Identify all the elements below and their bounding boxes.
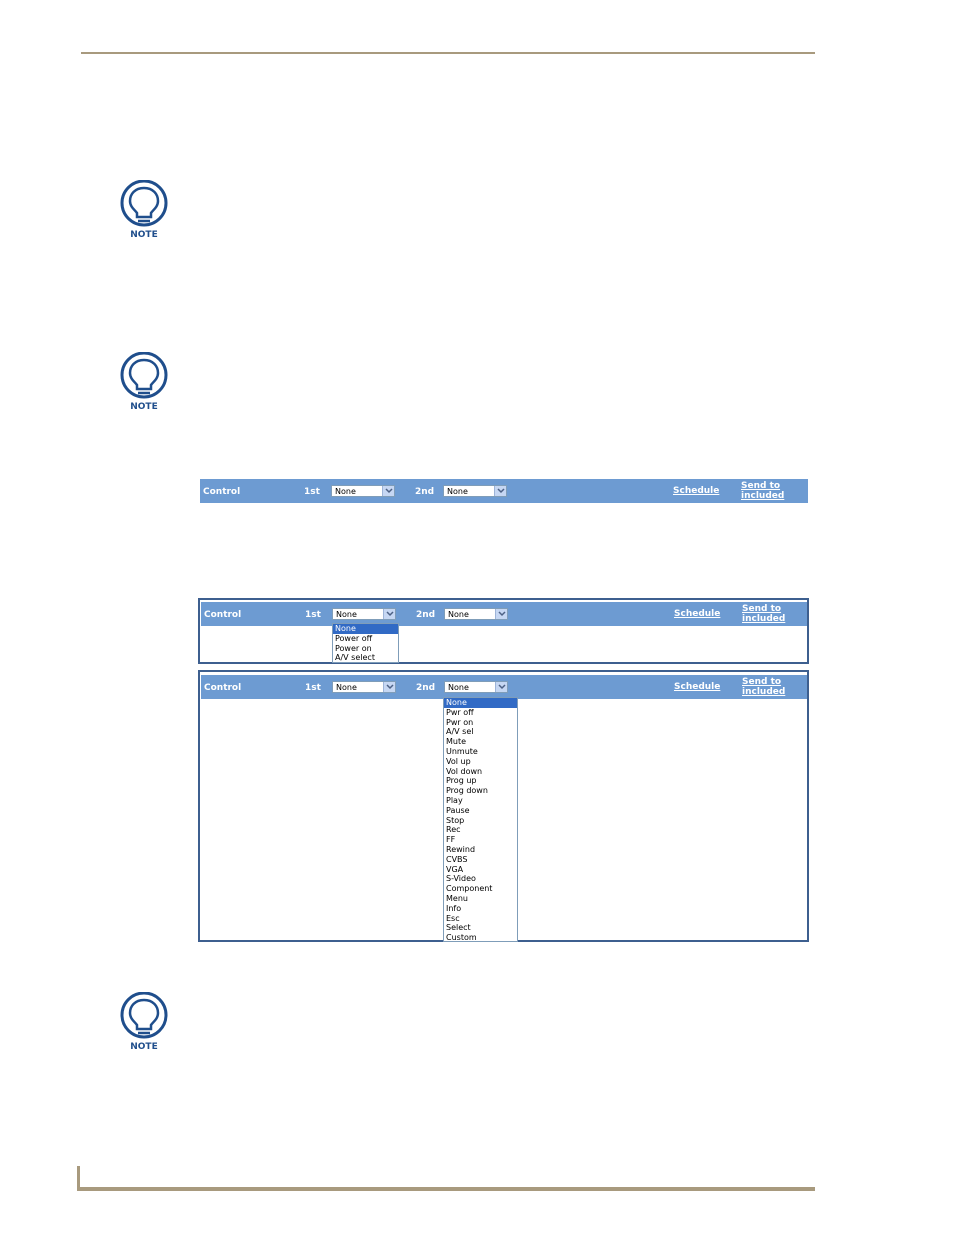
first-label: 1st bbox=[304, 487, 320, 497]
dropdown-option[interactable]: Power on bbox=[333, 644, 398, 654]
dropdown-option[interactable]: Esc bbox=[444, 914, 517, 924]
chevron-down-icon[interactable] bbox=[494, 486, 506, 496]
first-select-value: None bbox=[336, 683, 357, 692]
dropdown-option[interactable]: None bbox=[333, 624, 398, 634]
dropdown-option[interactable]: Menu bbox=[444, 894, 517, 904]
chevron-down-icon[interactable] bbox=[382, 486, 394, 496]
dropdown-option[interactable]: FF bbox=[444, 835, 517, 845]
dropdown-option[interactable]: Component bbox=[444, 884, 517, 894]
first-select[interactable]: None bbox=[332, 681, 396, 693]
send-to-link[interactable]: Send to bbox=[742, 605, 781, 614]
second-label: 2nd bbox=[416, 683, 436, 693]
dropdown-option[interactable]: Rewind bbox=[444, 845, 517, 855]
dropdown-option[interactable]: Pause bbox=[444, 806, 517, 816]
dropdown-option[interactable]: Vol up bbox=[444, 757, 517, 767]
dropdown-option[interactable]: Pwr off bbox=[444, 708, 517, 718]
second-label: 2nd bbox=[415, 487, 435, 497]
control-label: Control bbox=[203, 487, 241, 497]
dropdown-option[interactable]: Custom bbox=[444, 933, 517, 943]
chevron-down-icon[interactable] bbox=[495, 609, 507, 619]
note-label: NOTE bbox=[130, 402, 158, 412]
send-to-link[interactable]: Send to bbox=[742, 678, 781, 687]
dropdown-option[interactable]: Prog down bbox=[444, 786, 517, 796]
send-to-link-line2[interactable]: included bbox=[742, 615, 785, 624]
dropdown-option[interactable]: Unmute bbox=[444, 747, 517, 757]
header-rule bbox=[81, 52, 815, 54]
footer-rule bbox=[77, 1187, 815, 1191]
chevron-down-icon[interactable] bbox=[383, 682, 395, 692]
dropdown-option[interactable]: Vol down bbox=[444, 767, 517, 777]
schedule-link[interactable]: Schedule bbox=[674, 610, 720, 619]
first-select[interactable]: None bbox=[331, 485, 395, 497]
note-label: NOTE bbox=[130, 1042, 158, 1052]
dropdown-option[interactable]: VGA bbox=[444, 865, 517, 875]
first-select-value: None bbox=[335, 487, 356, 496]
dropdown-option[interactable]: A/V sel bbox=[444, 727, 517, 737]
dropdown-option[interactable]: Pwr on bbox=[444, 718, 517, 728]
second-dropdown-list[interactable]: None Pwr off Pwr on A/V sel Mute Unmute Vol up… bbox=[443, 697, 518, 942]
first-select-value: None bbox=[336, 610, 357, 619]
lightbulb-icon bbox=[120, 991, 168, 1039]
note-icon: NOTE bbox=[119, 351, 169, 414]
screenshot-frame: Control 1st None 2nd None Schedule Send … bbox=[198, 670, 809, 942]
first-label: 1st bbox=[305, 683, 321, 693]
schedule-link[interactable]: Schedule bbox=[674, 683, 720, 692]
dropdown-option[interactable]: Prog up bbox=[444, 776, 517, 786]
screenshot-frame: Control 1st None 2nd None Schedule Send … bbox=[198, 598, 809, 664]
second-select[interactable]: None bbox=[444, 608, 508, 620]
dropdown-option[interactable]: Play bbox=[444, 796, 517, 806]
send-to-link[interactable]: Send to bbox=[741, 482, 780, 491]
first-label: 1st bbox=[305, 610, 321, 620]
lightbulb-icon bbox=[120, 351, 168, 399]
control-bar: Control 1st None 2nd None Schedule Send … bbox=[201, 602, 807, 626]
send-to-link-line2[interactable]: included bbox=[741, 492, 784, 501]
chevron-down-icon[interactable] bbox=[495, 682, 507, 692]
control-label: Control bbox=[204, 683, 242, 693]
second-select-value: None bbox=[447, 487, 468, 496]
schedule-link[interactable]: Schedule bbox=[673, 487, 719, 496]
dropdown-option[interactable]: S-Video bbox=[444, 874, 517, 884]
send-to-link-line2[interactable]: included bbox=[742, 688, 785, 697]
dropdown-option[interactable]: Info bbox=[444, 904, 517, 914]
second-select[interactable]: None bbox=[443, 485, 507, 497]
second-select[interactable]: None bbox=[444, 681, 508, 693]
control-bar: Control 1st None 2nd None Schedule Send … bbox=[201, 675, 807, 699]
note-icon: NOTE bbox=[119, 991, 169, 1054]
first-select[interactable]: None bbox=[332, 608, 396, 620]
chevron-down-icon[interactable] bbox=[383, 609, 395, 619]
dropdown-option[interactable]: A/V select bbox=[333, 653, 398, 663]
dropdown-option[interactable]: CVBS bbox=[444, 855, 517, 865]
note-icon: NOTE bbox=[119, 179, 169, 242]
dropdown-option[interactable]: Select bbox=[444, 923, 517, 933]
dropdown-option[interactable]: Mute bbox=[444, 737, 517, 747]
dropdown-option[interactable]: None bbox=[444, 698, 517, 708]
note-label: NOTE bbox=[130, 230, 158, 240]
second-label: 2nd bbox=[416, 610, 436, 620]
dropdown-option[interactable]: Rec bbox=[444, 825, 517, 835]
control-bar: Control 1st None 2nd None Schedule Send … bbox=[200, 479, 808, 503]
second-select-value: None bbox=[448, 610, 469, 619]
second-select-value: None bbox=[448, 683, 469, 692]
control-label: Control bbox=[204, 610, 242, 620]
dropdown-option[interactable]: Stop bbox=[444, 816, 517, 826]
lightbulb-icon bbox=[120, 179, 168, 227]
first-dropdown-list[interactable]: None Power off Power on A/V select bbox=[332, 623, 399, 663]
dropdown-option[interactable]: Power off bbox=[333, 634, 398, 644]
